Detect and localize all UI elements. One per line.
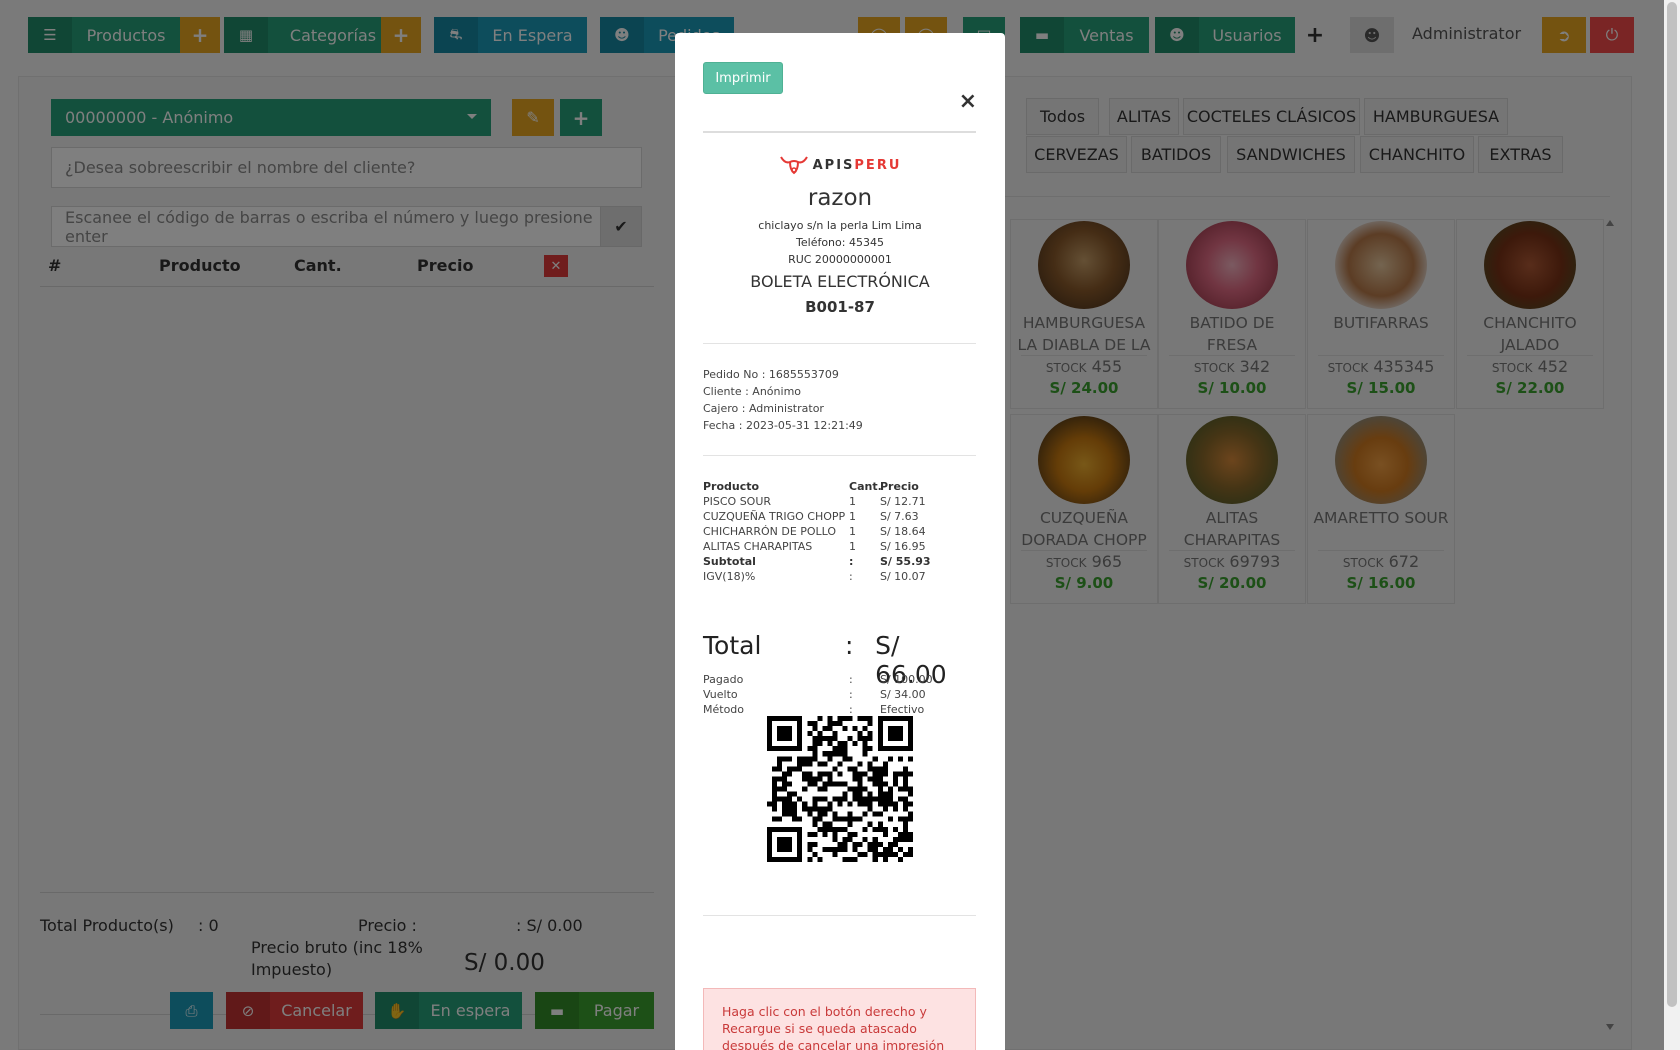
receipt-item: ALITAS CHARAPITAS 1 S/ 16.95	[703, 539, 976, 554]
doc-number: B001-87	[805, 298, 875, 316]
receipt-logo: APIS PERU	[675, 154, 1005, 176]
cliente-info: Cliente : Anónimo	[703, 385, 802, 398]
logo-text-peru: PERU	[854, 157, 902, 173]
item-price: S/ 16.95	[880, 540, 926, 553]
receipt-divider	[703, 455, 976, 456]
logo-text-apis: APIS	[812, 157, 855, 173]
subtotal-colon: :	[849, 555, 854, 568]
business-ruc: RUC 20000000001	[788, 253, 892, 266]
item-name: PISCO SOUR	[703, 495, 772, 508]
igv-row: IGV(18)% : S/ 10.07	[703, 569, 976, 584]
receipt-item: CUZQUEÑA TRIGO CHOPP 1 S/ 7.63	[703, 509, 976, 524]
item-qty: 1	[849, 540, 856, 553]
vuelto-row: Vuelto : S/ 34.00	[703, 687, 976, 702]
page-scrollbar-thumb[interactable]	[1667, 2, 1677, 1007]
igv-colon: :	[849, 570, 853, 583]
business-name: razon	[807, 185, 873, 211]
item-qty: 1	[849, 510, 856, 523]
item-name: ALITAS CHARAPITAS	[703, 540, 813, 553]
imprimir-button[interactable]: Imprimir	[703, 62, 783, 94]
receipt-items: Producto Cant. Precio PISCO SOUR 1 S/ 12…	[703, 479, 976, 584]
item-price: S/ 12.71	[880, 495, 926, 508]
igv-label: IGV(18)%	[703, 570, 756, 583]
item-qty: 1	[849, 525, 856, 538]
metodo-row: Método : Efectivo	[703, 702, 976, 717]
pedido-number: Pedido No : 1685553709	[703, 368, 839, 381]
item-price: S/ 7.63	[880, 510, 919, 523]
cajero-info: Cajero : Administrator	[703, 402, 824, 415]
metodo-value: Efectivo	[880, 703, 925, 716]
subtotal-value: S/ 55.93	[880, 555, 931, 568]
receipt-modal: Imprimir × APIS PERU razon chiclayo s/n l…	[675, 33, 1005, 1050]
receipt-divider	[703, 915, 976, 916]
receipt-item: CHICHARRÓN DE POLLO 1 S/ 18.64	[703, 524, 976, 539]
pagado-colon: :	[849, 673, 853, 686]
close-icon[interactable]: ×	[959, 91, 977, 113]
vuelto-label: Vuelto	[703, 688, 738, 701]
item-name: CHICHARRÓN DE POLLO	[703, 525, 837, 538]
items-header-cant: Cant.	[849, 480, 882, 493]
item-price: S/ 18.64	[880, 525, 926, 538]
pagado-label: Pagado	[703, 673, 744, 686]
igv-value: S/ 10.07	[880, 570, 926, 583]
payment-info: Pagado : S/ 100.00 Vuelto : S/ 34.00 Mét…	[703, 672, 976, 717]
vuelto-value: S/ 34.00	[880, 688, 926, 701]
fecha-info: Fecha : 2023-05-31 12:21:49	[703, 419, 863, 432]
business-address: chiclayo s/n la perla Lim Lima	[758, 219, 922, 232]
print-help-alert: Haga clic con el botón derecho y Recargu…	[703, 988, 976, 1050]
items-header: Producto Cant. Precio	[703, 479, 976, 494]
receipt-item: PISCO SOUR 1 S/ 12.71	[703, 494, 976, 509]
pagado-row: Pagado : S/ 100.00	[703, 672, 976, 687]
page-scrollbar[interactable]	[1664, 0, 1680, 1050]
item-qty: 1	[849, 495, 856, 508]
metodo-colon: :	[849, 703, 853, 716]
doc-type: BOLETA ELECTRÓNICA	[750, 272, 930, 291]
receipt-divider	[703, 343, 976, 344]
metodo-label: Método	[703, 703, 745, 716]
business-phone: Teléfono: 45345	[796, 236, 884, 249]
items-header-producto: Producto	[703, 480, 760, 493]
receipt-divider	[703, 131, 976, 133]
vuelto-colon: :	[849, 688, 853, 701]
subtotal-label: Subtotal	[703, 555, 756, 568]
qr-code	[767, 716, 913, 862]
subtotal-row: Subtotal : S/ 55.93	[703, 554, 976, 569]
items-header-precio: Precio	[880, 480, 919, 493]
bull-logo-icon	[779, 156, 808, 175]
pagado-value: S/ 100.00	[880, 673, 933, 686]
item-name: CUZQUEÑA TRIGO CHOPP	[703, 510, 846, 523]
